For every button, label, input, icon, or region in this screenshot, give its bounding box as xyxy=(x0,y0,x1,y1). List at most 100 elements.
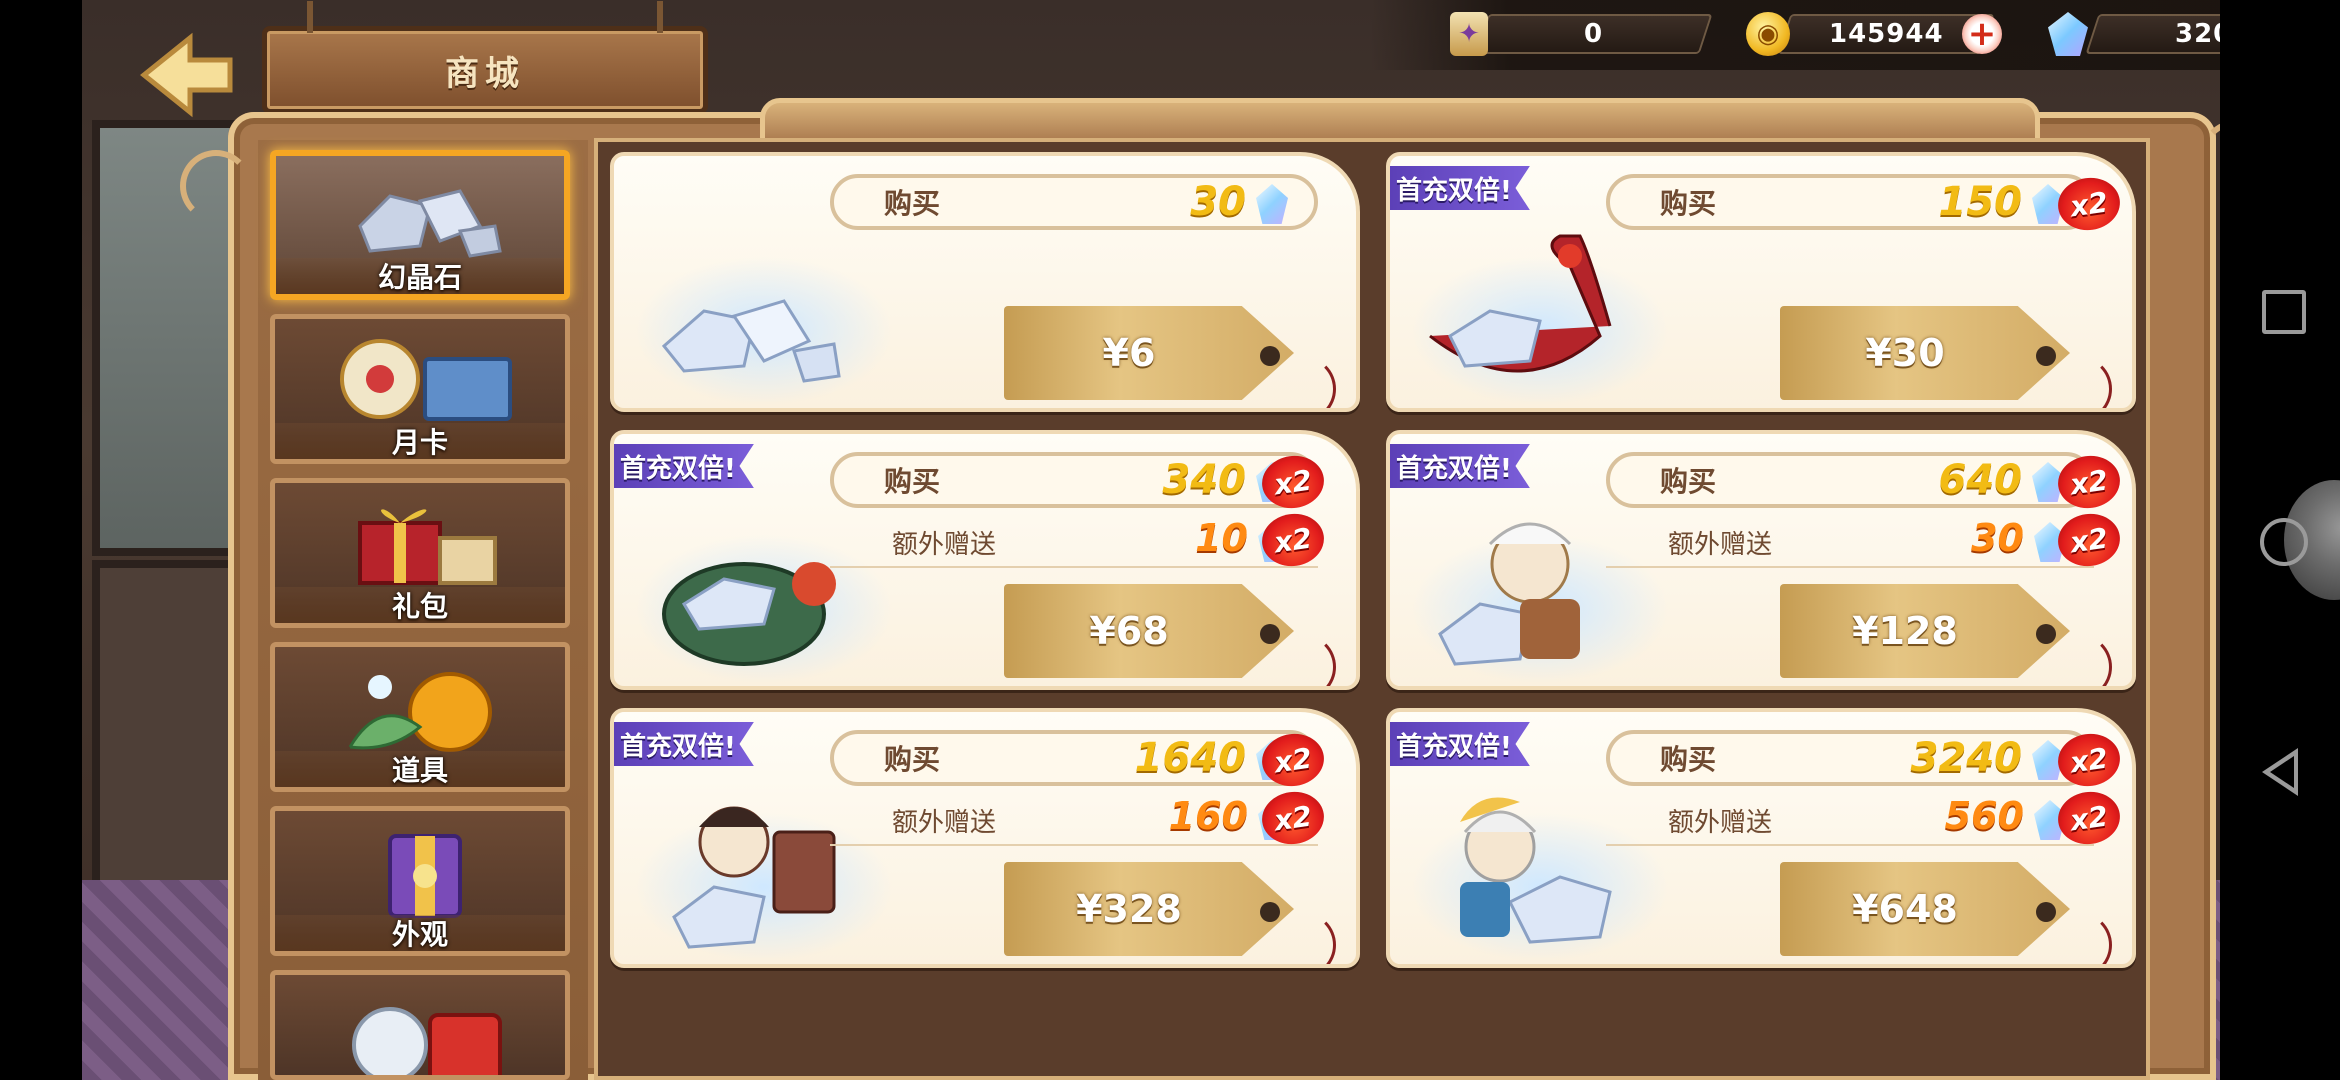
product-card[interactable]: 首充双倍! 购买 1640 x2 额外赠送 160 x2 ¥328 xyxy=(610,708,1360,968)
back-arrow-icon[interactable] xyxy=(130,30,240,120)
product-card[interactable]: 首充双倍! 购买 640 x2 额外赠送 30 x2 ¥128 xyxy=(1386,430,2136,690)
price-button[interactable]: ¥328 xyxy=(1004,862,1294,956)
tag-hole xyxy=(1260,346,1280,366)
tag-string xyxy=(1270,356,1336,408)
first-charge-badge: 首充双倍! xyxy=(614,444,754,488)
sidebar-item-label: 道具 xyxy=(391,754,448,787)
ticket-counter: ✦ 0 xyxy=(1450,12,1713,56)
price-button[interactable]: ¥30 xyxy=(1780,306,2070,400)
background-wall xyxy=(92,560,248,896)
product-card[interactable]: 购买 30 ¥6 xyxy=(610,152,1360,412)
first-charge-badge: 首充双倍! xyxy=(1390,444,1530,488)
price-button[interactable]: ¥6 xyxy=(1004,306,1294,400)
bonus-row: 额外赠送 560 xyxy=(1606,794,2094,846)
costume-icon xyxy=(388,834,462,918)
coin-counter: ◉ 145944 xyxy=(1746,12,1995,56)
sidebar-item-label: 礼包 xyxy=(391,590,448,623)
purchase-amount-row: 购买 1640 xyxy=(830,730,1318,786)
tag-string xyxy=(2046,912,2112,964)
price-button[interactable]: ¥68 xyxy=(1004,584,1294,678)
bonus-row: 额外赠送 10 xyxy=(830,516,1318,568)
sidebar-item-monthly-card[interactable]: 月卡 xyxy=(270,314,570,464)
price-label: ¥30 xyxy=(1865,331,1945,375)
currency-bar: ✦ 0 ◉ 145944 + 320 xyxy=(1370,0,2323,70)
item-icon xyxy=(348,672,492,752)
ticket-icon: ✦ xyxy=(1450,12,1488,56)
bonus-amount: 160 xyxy=(1168,794,1248,838)
bonus-label: 额外赠送 xyxy=(1668,808,1773,838)
sidebar-item-appearance[interactable]: 外观 xyxy=(270,806,570,956)
crystal-amount: 1640 xyxy=(1134,735,1246,781)
gift-icon xyxy=(358,509,497,585)
gem-icon xyxy=(1256,184,1288,224)
price-label: ¥68 xyxy=(1089,609,1169,653)
buy-label: 购买 xyxy=(884,465,941,498)
coin-count: 145944 xyxy=(1828,19,1944,49)
crystal-amount: 30 xyxy=(1190,179,1246,225)
page-title: 商城 xyxy=(445,53,525,94)
price-label: ¥648 xyxy=(1852,887,1958,931)
tag-string xyxy=(2046,356,2112,408)
tag-string xyxy=(1270,912,1336,964)
crystal-amount: 340 xyxy=(1162,457,1247,503)
price-label: ¥328 xyxy=(1076,887,1182,931)
crystal-amount: 3240 xyxy=(1910,735,2022,781)
gem-icon xyxy=(2048,12,2088,56)
price-label: ¥128 xyxy=(1852,609,1958,653)
add-coin-button[interactable]: + xyxy=(1962,14,2002,54)
tag-hole xyxy=(2036,346,2056,366)
corner-ornament xyxy=(180,150,252,222)
tag-hole xyxy=(2036,902,2056,922)
product-card[interactable]: 首充双倍! 购买 150 x2 ¥30 xyxy=(1386,152,2136,412)
sidebar-item-label: 月卡 xyxy=(391,426,448,459)
first-charge-badge: 首充双倍! xyxy=(614,722,754,766)
buy-label: 购买 xyxy=(1660,743,1717,776)
purchase-amount-row: 购买 150 xyxy=(1606,174,2094,230)
left-black-bar xyxy=(0,0,82,1080)
price-label: ¥6 xyxy=(1102,331,1156,375)
tag-string xyxy=(1270,634,1336,686)
purchase-amount-row: 购买 3240 xyxy=(1606,730,2094,786)
ticket-count: 0 xyxy=(1584,19,1604,49)
sidebar-item-more[interactable] xyxy=(270,970,570,1080)
back-button[interactable] xyxy=(130,30,240,120)
crystal-scoop-icon xyxy=(1429,234,1612,373)
coin-icon: ◉ xyxy=(1746,12,1790,56)
purchase-amount-row: 购买 640 xyxy=(1606,452,2094,508)
sidebar-item-crystal[interactable]: 幻晶石 xyxy=(270,150,570,300)
bonus-amount: 10 xyxy=(1195,516,1248,560)
purchase-amount-row: 购买 30 xyxy=(830,174,1318,230)
sidebar-item-items[interactable]: 道具 xyxy=(270,642,570,792)
bonus-row: 额外赠送 30 xyxy=(1606,516,2094,568)
crystal-amount: 150 xyxy=(1938,179,2023,225)
sidebar-item-label: 幻晶石 xyxy=(377,261,462,294)
crystal-pile-icon xyxy=(661,299,841,383)
tag-hole xyxy=(1260,624,1280,644)
buy-label: 购买 xyxy=(884,743,941,776)
price-button[interactable]: ¥648 xyxy=(1780,862,2070,956)
bonus-label: 额外赠送 xyxy=(892,808,997,838)
sidebar-item-gift[interactable]: 礼包 xyxy=(270,478,570,628)
bonus-amount: 560 xyxy=(1944,794,2024,838)
first-charge-badge: 首充双倍! xyxy=(1390,166,1530,210)
recent-apps-icon[interactable] xyxy=(2262,290,2306,334)
buy-label: 购买 xyxy=(1660,187,1717,220)
price-button[interactable]: ¥128 xyxy=(1780,584,2070,678)
buy-label: 购买 xyxy=(1660,465,1717,498)
crystal-amount: 640 xyxy=(1938,457,2023,503)
tag-hole xyxy=(1260,902,1280,922)
crystal-icon xyxy=(358,189,502,258)
bonus-row: 额外赠送 160 xyxy=(830,794,1318,846)
tag-hole xyxy=(2036,624,2056,644)
bonus-label: 额外赠送 xyxy=(1668,530,1773,560)
plus-icon[interactable]: + xyxy=(1962,14,2002,54)
product-card[interactable]: 首充双倍! 购买 3240 x2 额外赠送 560 x2 ¥648 xyxy=(1386,708,2136,968)
bonus-label: 额外赠送 xyxy=(892,530,997,560)
tag-string xyxy=(2046,634,2112,686)
bonus-amount: 30 xyxy=(1971,516,2024,560)
product-card[interactable]: 首充双倍! 购买 340 x2 额外赠送 10 x2 ¥68 xyxy=(610,430,1360,690)
home-icon[interactable] xyxy=(2260,518,2308,566)
buy-label: 购买 xyxy=(884,187,941,220)
purchase-amount-row: 购买 340 xyxy=(830,452,1318,508)
page-title-board: 商城 xyxy=(262,1,708,114)
